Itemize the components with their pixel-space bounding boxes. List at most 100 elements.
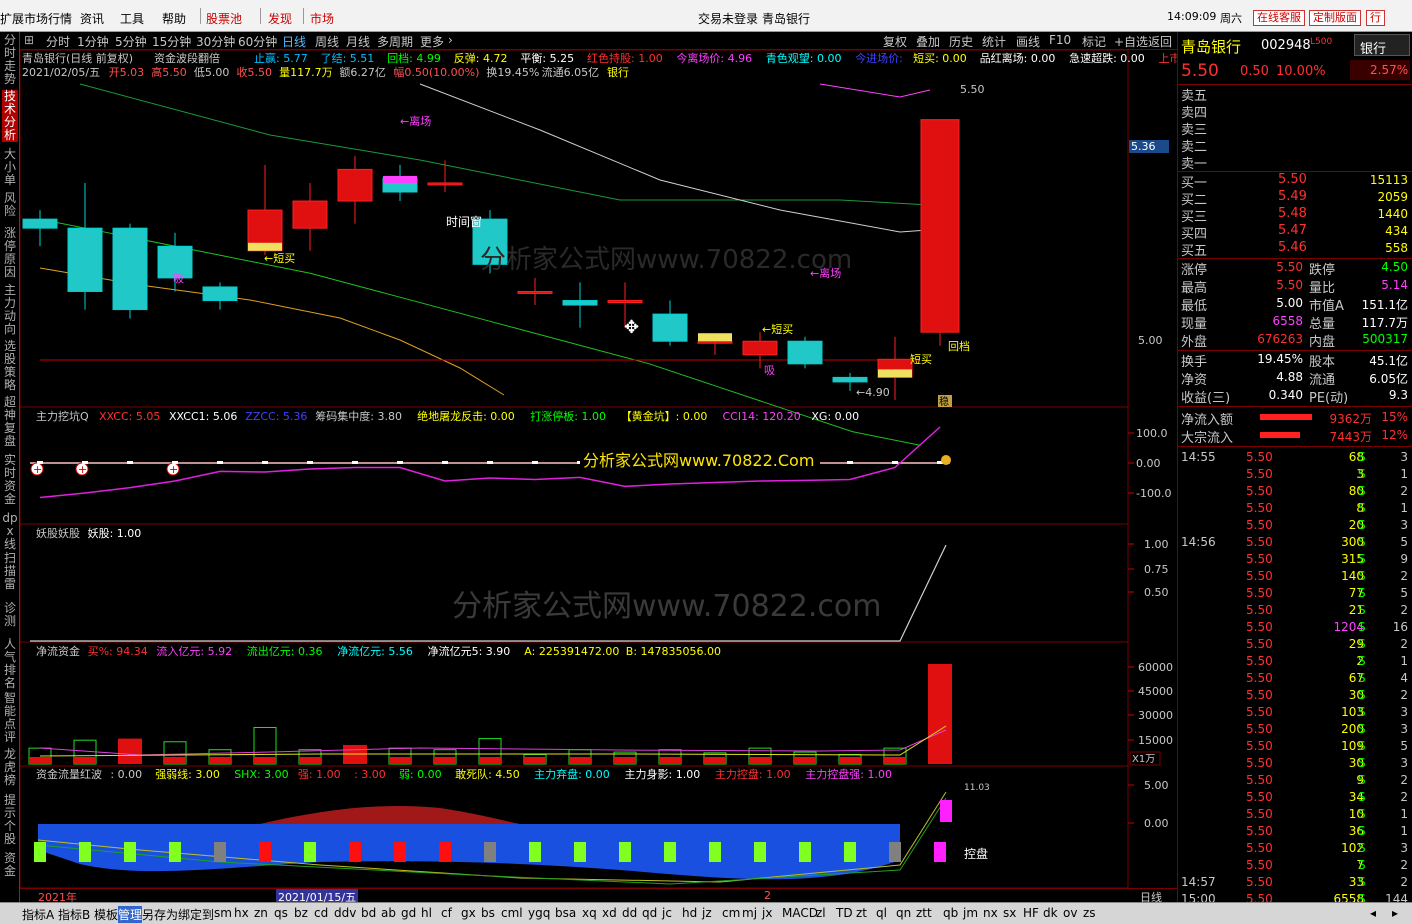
tab-intraday[interactable]: 分时	[46, 33, 70, 50]
tab-multi-period[interactable]: 多周期	[377, 33, 413, 50]
indicator-tab-30[interactable]: jz	[702, 906, 712, 920]
tab-more[interactable]: 更多	[420, 33, 444, 50]
left-tab-2[interactable]: 大小单	[2, 148, 18, 187]
online-service-button[interactable]: 在线客服	[1253, 10, 1305, 26]
indicator-tab-18[interactable]: cf	[441, 906, 452, 920]
tab-weekly[interactable]: 周线	[315, 33, 339, 50]
left-tab-12[interactable]: 人气排名	[2, 638, 18, 690]
indicator-tab-2[interactable]: 模	[94, 906, 106, 923]
indicator-tab-45[interactable]: HF	[1023, 906, 1039, 920]
indicator-tab-19[interactable]: gx	[461, 906, 476, 920]
indicator-tab-23[interactable]: bsa	[555, 906, 576, 920]
left-tab-4[interactable]: 涨停原因	[2, 227, 18, 279]
indicator-tab-3[interactable]: 板	[106, 906, 118, 923]
indicator-tab-44[interactable]: sx	[1003, 906, 1016, 920]
panel-toggle-icon[interactable]: ⊞	[24, 33, 34, 47]
left-tab-11[interactable]: 诊测	[2, 602, 18, 628]
indicator-tab-20[interactable]: bs	[481, 906, 495, 920]
menu-tools[interactable]: 工具	[120, 10, 144, 27]
indicator-tab-4[interactable]: 管理	[118, 906, 143, 923]
left-tab-7[interactable]: 超神复盘	[2, 396, 18, 448]
scroll-right-icon[interactable]: ▸	[1392, 906, 1398, 920]
indicator-tab-22[interactable]: ygq	[528, 906, 550, 920]
indicator-tab-12[interactable]: cd	[314, 906, 328, 920]
indicator-tab-8[interactable]: hx	[234, 906, 249, 920]
scroll-left-icon[interactable]: ◂	[1370, 906, 1376, 920]
indicator-tab-43[interactable]: nx	[983, 906, 998, 920]
kline-chart[interactable]: 5.50←4.90←离场←离场←短买←短买短买吸吸回档时间窗稳5.365.00青…	[20, 50, 1177, 888]
f10-button[interactable]: F10	[1049, 33, 1071, 47]
left-tab-10[interactable]: 扫描雷	[2, 552, 18, 591]
indicator-tab-41[interactable]: qb	[943, 906, 958, 920]
indicator-tab-46[interactable]: dk	[1043, 906, 1058, 920]
menu-help[interactable]: 帮助	[162, 10, 186, 27]
mark-button[interactable]: 标记	[1082, 33, 1106, 50]
indicator-tab-25[interactable]: xd	[602, 906, 617, 920]
indicator-tab-24[interactable]: xq	[582, 906, 597, 920]
indicator-tab-40[interactable]: ztt	[916, 906, 932, 920]
quote-button[interactable]: 行	[1366, 10, 1385, 26]
left-tab-5[interactable]: 主力动向	[2, 284, 18, 336]
left-tab-1[interactable]: 技术分析	[2, 90, 18, 142]
indicator-tab-31[interactable]: cm	[722, 906, 740, 920]
back-button[interactable]: 返回	[1148, 33, 1172, 50]
indicator-tab-29[interactable]: hd	[682, 906, 697, 920]
menu-discover[interactable]: 发现	[268, 10, 292, 27]
indicator-tab-11[interactable]: bz	[294, 906, 308, 920]
left-tab-14[interactable]: 龙虎榜	[2, 748, 18, 787]
indicator-tab-47[interactable]: ov	[1063, 906, 1077, 920]
menu-stock-pool[interactable]: 股票池	[206, 10, 242, 27]
indicator-tab-28[interactable]: jc	[662, 906, 672, 920]
indicator-tab-36[interactable]: TD	[836, 906, 853, 920]
tab-60min[interactable]: 60分钟	[238, 33, 277, 50]
add-watchlist-button[interactable]: +自选	[1114, 33, 1148, 50]
indicator-tab-15[interactable]: ab	[381, 906, 396, 920]
indicator-tab-21[interactable]: cml	[501, 906, 523, 920]
left-tab-3[interactable]: 风险	[2, 192, 18, 218]
fuquan-button[interactable]: 复权	[883, 33, 907, 50]
indicator-tab-9[interactable]: zn	[254, 906, 268, 920]
menu-extended-market[interactable]: 扩展市场行情	[0, 10, 72, 27]
indicator-tab-48[interactable]: zs	[1083, 906, 1096, 920]
tab-daily[interactable]: 日线	[282, 33, 306, 50]
left-tab-6[interactable]: 选股策略	[2, 340, 18, 392]
tab-5min[interactable]: 5分钟	[115, 33, 147, 50]
indicator-tab-17[interactable]: hl	[421, 906, 432, 920]
left-tab-9[interactable]: dpx线	[2, 512, 18, 551]
menu-market[interactable]: 市场	[310, 10, 334, 27]
menu-news[interactable]: 资讯	[80, 10, 104, 27]
draw-button[interactable]: 画线	[1016, 33, 1040, 50]
left-tab-0[interactable]: 分时走势	[2, 34, 18, 86]
indicator-tab-1[interactable]: 指标B	[58, 906, 90, 923]
indicator-tab-34[interactable]: MACD	[782, 906, 818, 920]
left-tab-15[interactable]: 提示个股	[2, 794, 18, 846]
tab-monthly[interactable]: 月线	[346, 33, 370, 50]
left-tab-13[interactable]: 智能点评	[2, 692, 18, 744]
indicator-tab-38[interactable]: ql	[876, 906, 887, 920]
indicator-tab-35[interactable]: zl	[816, 906, 826, 920]
indicator-tab-27[interactable]: qd	[642, 906, 657, 920]
indicator-tab-7[interactable]: sm	[214, 906, 232, 920]
indicator-tab-42[interactable]: jm	[963, 906, 978, 920]
tab-1min[interactable]: 1分钟	[77, 33, 109, 50]
indicator-tab-39[interactable]: qn	[896, 906, 911, 920]
indicator-tab-32[interactable]: mj	[742, 906, 757, 920]
indicator-tab-14[interactable]: bd	[361, 906, 376, 920]
indicator-tab-16[interactable]: gd	[401, 906, 416, 920]
indicator-tab-5[interactable]: 另存为	[142, 906, 178, 923]
indicator-tab-0[interactable]: 指标A	[22, 906, 54, 923]
indicator-tab-6[interactable]: 绑定到	[178, 906, 214, 923]
stats-button[interactable]: 统计	[982, 33, 1006, 50]
left-tab-16[interactable]: 资金	[2, 852, 18, 878]
indicator-tab-10[interactable]: qs	[274, 906, 288, 920]
indicator-tab-33[interactable]: jx	[762, 906, 772, 920]
tab-15min[interactable]: 15分钟	[152, 33, 191, 50]
indicator-tab-26[interactable]: dd	[622, 906, 637, 920]
indicator-tab-37[interactable]: zt	[856, 906, 867, 920]
tab-30min[interactable]: 30分钟	[196, 33, 235, 50]
indicator-tab-13[interactable]: ddv	[334, 906, 356, 920]
custom-layout-button[interactable]: 定制版面	[1309, 10, 1361, 26]
overlay-button[interactable]: 叠加	[916, 33, 940, 50]
left-tab-8[interactable]: 实时资金	[2, 454, 18, 506]
history-button[interactable]: 历史	[949, 33, 973, 50]
